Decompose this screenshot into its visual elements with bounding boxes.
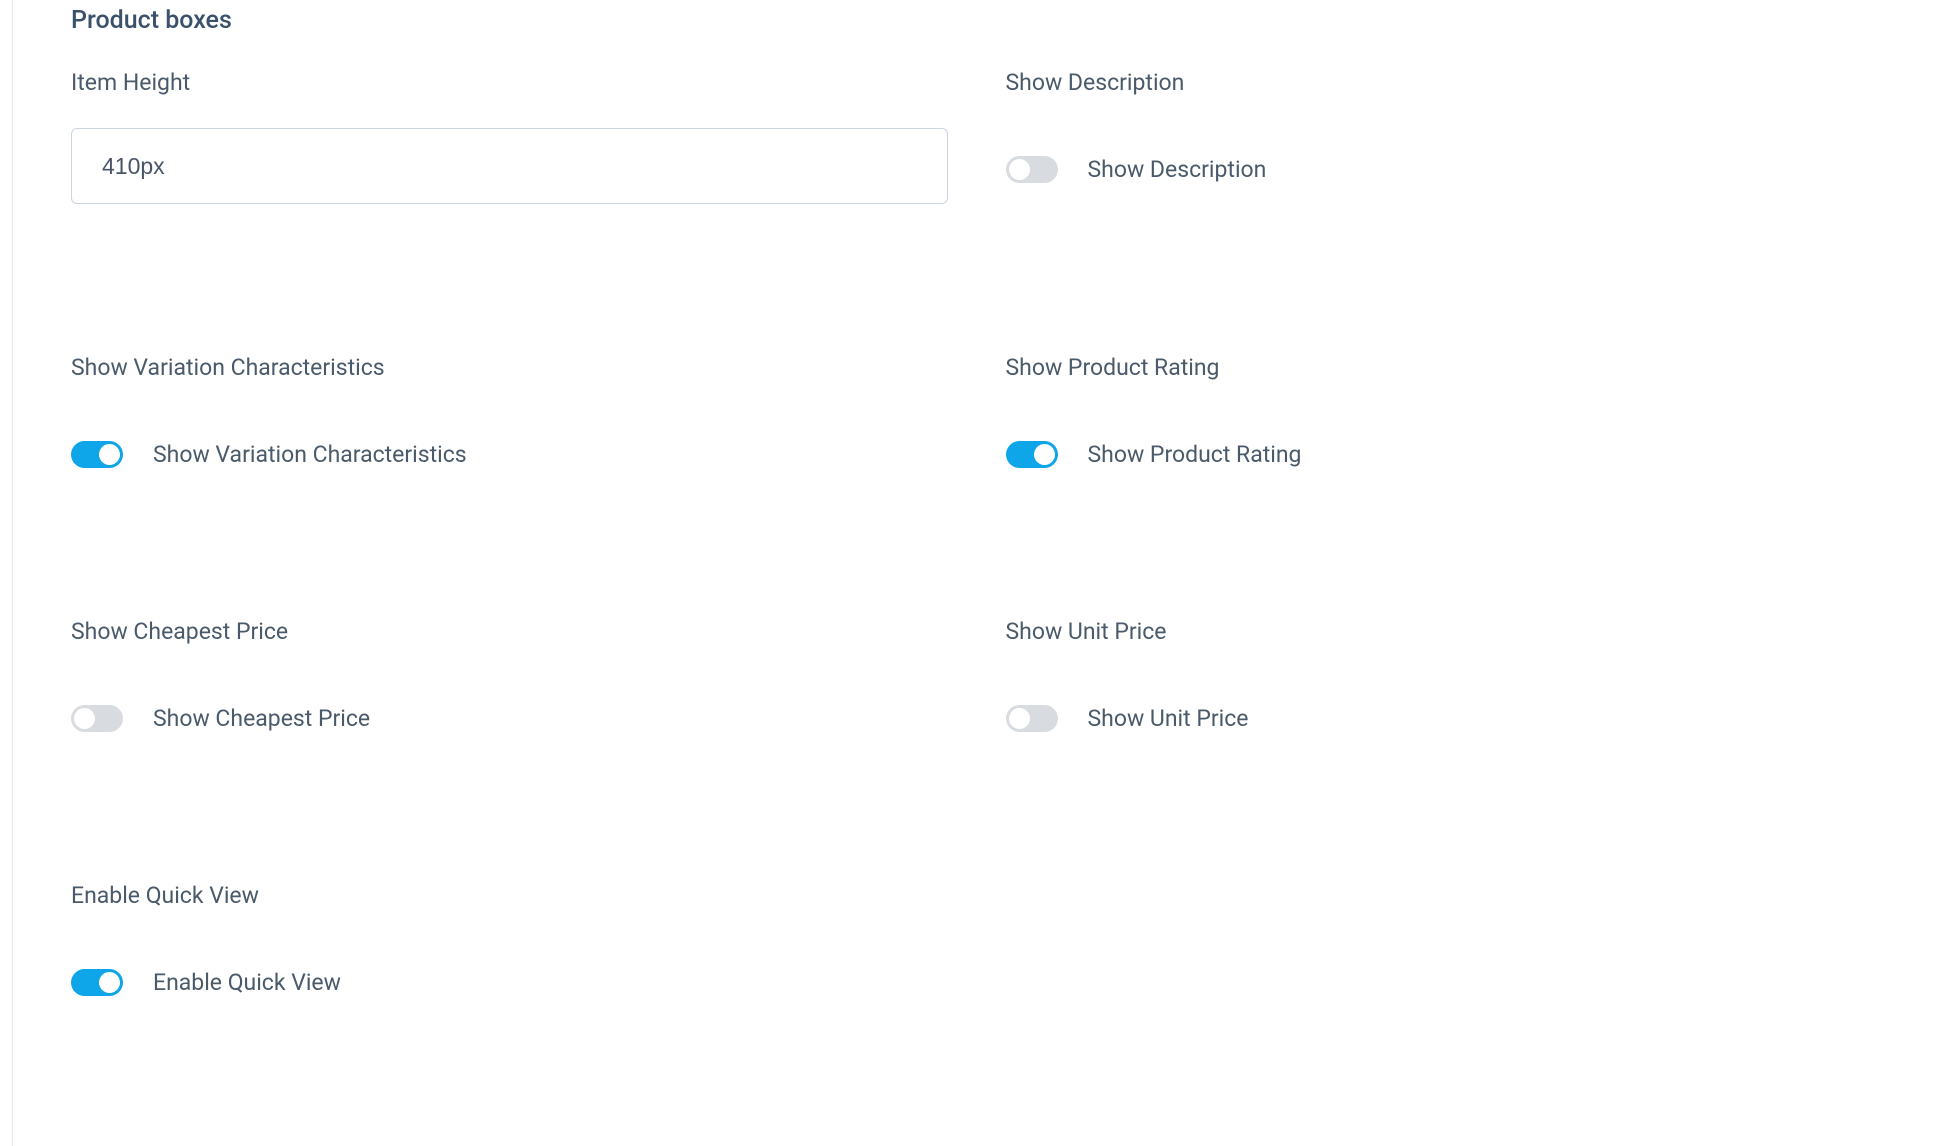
field-item-height: Item Height: [71, 69, 948, 204]
show-unit-price-label: Show Unit Price: [1006, 618, 1883, 645]
field-show-variation-characteristics: Show Variation Characteristics Show Vari…: [71, 354, 948, 468]
field-show-product-rating: Show Product Rating Show Product Rating: [1006, 354, 1883, 468]
show-variation-characteristics-label: Show Variation Characteristics: [71, 354, 948, 381]
settings-panel: Product boxes Item Height Show Descripti…: [12, 0, 1940, 1146]
enable-quick-view-toggle[interactable]: [71, 969, 123, 996]
field-show-description: Show Description Show Description: [1006, 69, 1883, 204]
field-show-unit-price: Show Unit Price Show Unit Price: [1006, 618, 1883, 732]
section-title: Product boxes: [71, 6, 1882, 35]
toggle-knob: [1009, 159, 1030, 180]
show-variation-characteristics-toggle-label: Show Variation Characteristics: [153, 441, 467, 468]
show-unit-price-toggle[interactable]: [1006, 705, 1058, 732]
show-unit-price-toggle-row: Show Unit Price: [1006, 705, 1883, 732]
toggle-knob: [99, 444, 120, 465]
show-description-label: Show Description: [1006, 69, 1883, 96]
toggle-knob: [1034, 444, 1055, 465]
enable-quick-view-toggle-label: Enable Quick View: [153, 969, 341, 996]
show-variation-characteristics-toggle-row: Show Variation Characteristics: [71, 441, 948, 468]
show-unit-price-toggle-label: Show Unit Price: [1088, 705, 1249, 732]
show-cheapest-price-label: Show Cheapest Price: [71, 618, 948, 645]
show-description-toggle-row: Show Description: [1006, 156, 1883, 183]
item-height-label: Item Height: [71, 69, 948, 96]
toggle-knob: [1009, 708, 1030, 729]
show-cheapest-price-toggle-row: Show Cheapest Price: [71, 705, 948, 732]
show-product-rating-toggle-label: Show Product Rating: [1088, 441, 1302, 468]
enable-quick-view-label: Enable Quick View: [71, 882, 948, 909]
item-height-input[interactable]: [71, 128, 948, 204]
toggle-knob: [99, 972, 120, 993]
settings-grid: Item Height Show Description Show Descri…: [71, 69, 1882, 1146]
show-product-rating-label: Show Product Rating: [1006, 354, 1883, 381]
toggle-knob: [74, 708, 95, 729]
field-show-cheapest-price: Show Cheapest Price Show Cheapest Price: [71, 618, 948, 732]
show-product-rating-toggle[interactable]: [1006, 441, 1058, 468]
field-enable-quick-view: Enable Quick View Enable Quick View: [71, 882, 948, 996]
show-cheapest-price-toggle-label: Show Cheapest Price: [153, 705, 370, 732]
show-variation-characteristics-toggle[interactable]: [71, 441, 123, 468]
show-description-toggle[interactable]: [1006, 156, 1058, 183]
show-product-rating-toggle-row: Show Product Rating: [1006, 441, 1883, 468]
enable-quick-view-toggle-row: Enable Quick View: [71, 969, 948, 996]
show-description-toggle-label: Show Description: [1088, 156, 1267, 183]
show-cheapest-price-toggle[interactable]: [71, 705, 123, 732]
